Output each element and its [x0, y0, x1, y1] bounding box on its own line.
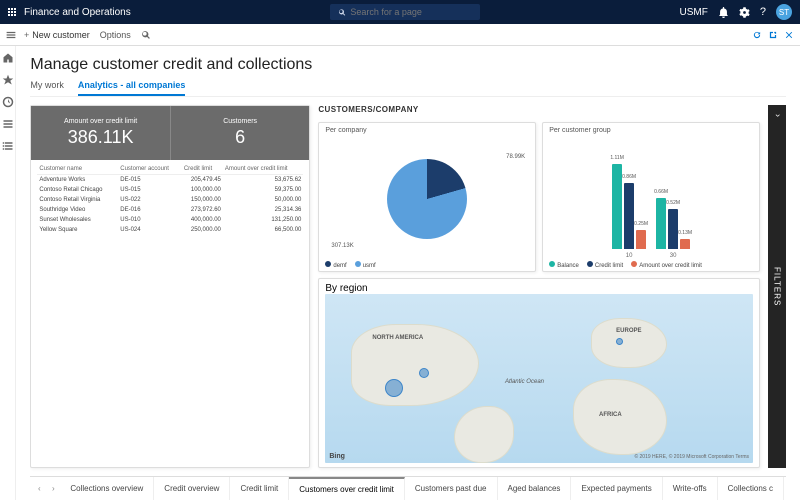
bottom-tab[interactable]: Collections overview — [60, 477, 154, 500]
map-card: By region NORTH AMERICA EUROPE AFRICA At… — [318, 278, 760, 468]
bottom-tab[interactable]: Credit limit — [230, 477, 289, 500]
pie-label-demf: 78.99K — [506, 154, 525, 160]
chevron-left-icon: ‹ — [772, 113, 782, 117]
bar-legend: Balance Credit limit Amount over credit … — [549, 261, 753, 269]
table-row[interactable]: Southridge VideoDE-016273,972.6025,314.3… — [37, 205, 303, 215]
kpi-customers-value: 6 — [235, 127, 245, 148]
pie-legend: demf usmf — [325, 261, 529, 269]
options-button[interactable]: Options — [100, 30, 131, 40]
bottom-tab[interactable]: Customers past due — [405, 477, 498, 500]
table-header[interactable]: Customer name — [37, 164, 118, 175]
gear-icon[interactable] — [739, 7, 750, 18]
search-small-icon[interactable] — [141, 30, 151, 40]
content: Manage customer credit and collections M… — [16, 46, 800, 500]
kpi-card: Amount over credit limit 386.11K Custome… — [30, 105, 310, 468]
app-title: Finance and Operations — [24, 7, 131, 18]
kpi-table: Customer nameCustomer accountCredit limi… — [31, 160, 309, 467]
table-row[interactable]: Adventure WorksDE-015205,479.4553,675.62 — [37, 175, 303, 186]
filters-rail[interactable]: ‹ FILTERS — [768, 105, 786, 468]
bottom-tab[interactable]: Credit overview — [154, 477, 230, 500]
kpi-amount-label: Amount over credit limit — [64, 118, 137, 125]
page-tabs: My work Analytics - all companies — [30, 80, 786, 97]
bottom-tab[interactable]: Expected payments — [571, 477, 662, 500]
list-icon[interactable] — [2, 140, 14, 152]
tabs-next[interactable]: › — [46, 477, 60, 500]
bottom-tab[interactable]: Customers over credit limit — [289, 477, 405, 500]
table-header[interactable]: Credit limit — [182, 164, 223, 175]
table-row[interactable]: Yellow SquareUS-024250,000.0066,500.00 — [37, 225, 303, 235]
bottom-tabs: ‹ › Collections overviewCredit overviewC… — [30, 476, 786, 500]
pie-label-usmf: 307.13K — [331, 243, 353, 249]
close-icon[interactable] — [784, 30, 794, 40]
tab-my-work[interactable]: My work — [30, 80, 64, 96]
page-title: Manage customer credit and collections — [30, 56, 786, 74]
bottom-tab[interactable]: Write-offs — [663, 477, 718, 500]
home-icon[interactable] — [2, 52, 14, 64]
pie-card: Per company 78.99K 307.13K demf usmf — [318, 122, 536, 272]
clock-icon[interactable] — [2, 96, 14, 108]
avatar[interactable]: ST — [776, 4, 792, 20]
left-rail — [0, 46, 16, 500]
bell-icon[interactable] — [718, 7, 729, 18]
pie-title: Per company — [325, 127, 529, 134]
search-icon — [338, 8, 346, 17]
kpi-amount-value: 386.11K — [68, 127, 134, 148]
map-bubble — [385, 379, 403, 397]
map-title: By region — [325, 283, 753, 294]
tab-analytics[interactable]: Analytics - all companies — [78, 80, 186, 96]
tabs-prev[interactable]: ‹ — [32, 477, 46, 500]
bottom-tab[interactable]: Collections c — [718, 477, 784, 500]
bing-logo: Bing — [329, 453, 345, 460]
table-header[interactable]: Customer account — [118, 164, 182, 175]
company-code[interactable]: USMF — [680, 7, 708, 18]
bar-chart[interactable]: 1.11M 0.86M 0.25M 10 0.66M 0.52M 0.13M 3 — [549, 136, 753, 261]
new-customer-button[interactable]: New customer — [32, 30, 90, 40]
topbar: Finance and Operations USMF ? ST — [0, 0, 800, 24]
bar-title: Per customer group — [549, 127, 753, 134]
star-icon[interactable] — [2, 74, 14, 86]
popout-icon[interactable] — [768, 30, 778, 40]
table-row[interactable]: Contoso Retail VirginiaUS-022150,000.005… — [37, 195, 303, 205]
table-row[interactable]: Sunset WholesalesUS-010400,000.00131,250… — [37, 215, 303, 225]
map-credits: © 2019 HERE, © 2019 Microsoft Corporatio… — [634, 454, 749, 460]
module-icon[interactable] — [2, 118, 14, 130]
bar-card: Per customer group 1.11M 0.86M 0.25M 10 — [542, 122, 760, 272]
pie-chart[interactable] — [387, 159, 467, 239]
actionbar: + New customer Options — [0, 24, 800, 46]
table-header[interactable]: Amount over credit limit — [223, 164, 303, 175]
charts-header: CUSTOMERS/COMPANY — [318, 105, 760, 114]
bottom-tab[interactable]: Aged balances — [498, 477, 572, 500]
search-input[interactable] — [350, 7, 472, 17]
hamburger-icon[interactable] — [6, 30, 16, 40]
plus-icon: + — [24, 30, 29, 40]
table-row[interactable]: Contoso Retail ChicagoUS-015100,000.0059… — [37, 185, 303, 195]
refresh-icon[interactable] — [752, 30, 762, 40]
app-launcher-icon[interactable] — [8, 8, 16, 16]
map-body[interactable]: NORTH AMERICA EUROPE AFRICA Atlantic Oce… — [325, 294, 753, 463]
help-icon[interactable]: ? — [760, 6, 766, 18]
search-box[interactable] — [330, 4, 480, 20]
kpi-customers-label: Customers — [223, 118, 257, 125]
topbar-right: USMF ? ST — [680, 4, 792, 20]
